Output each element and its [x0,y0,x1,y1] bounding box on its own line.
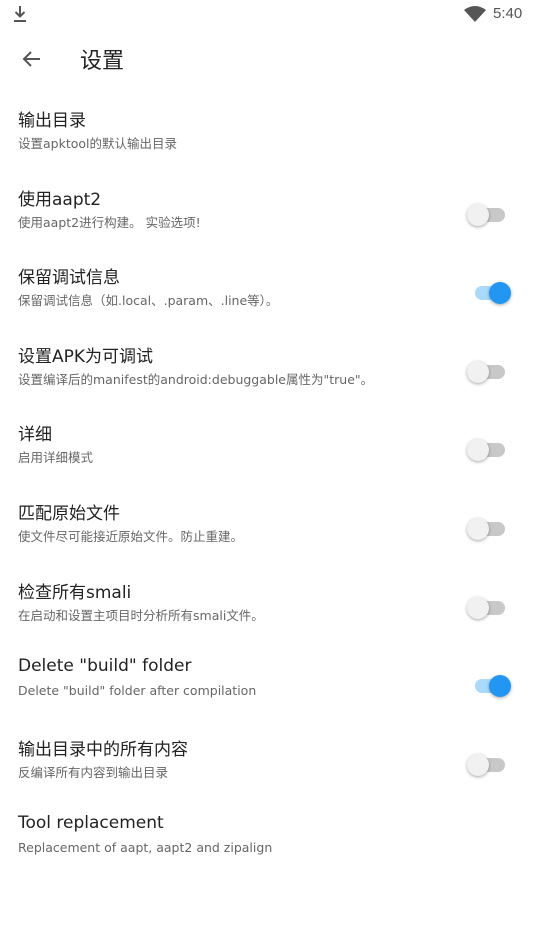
status-bar: 5:40 [0,0,534,28]
switch-thumb [489,282,511,305]
setting-row[interactable]: Delete "build" folder Delete "build" fold… [0,642,534,721]
setting-title: 设置APK为可调试 [18,346,154,367]
switch-thumb [467,439,489,462]
switch-thumb [467,517,489,540]
setting-title: 使用aapt2 [18,189,102,210]
setting-summary: 启用详细模式 [18,450,94,466]
setting-summary: 使用aapt2进行构建。 实验选项! [18,214,201,230]
setting-title: 输出目录中的所有内容 [18,739,188,760]
setting-title: 详细 [18,425,52,446]
setting-row[interactable]: 使用aapt2 使用aapt2进行构建。 实验选项! [0,171,534,250]
setting-summary: Replacement of aapt, aapt2 and zipalign [18,840,273,856]
setting-title: 保留调试信息 [18,268,120,289]
setting-row[interactable]: 输出目录设置apktool的默认输出目录 [0,92,534,171]
setting-row[interactable]: 输出目录中的所有内容反编译所有内容到输出目录 [0,721,534,800]
toggle-switch[interactable] [467,515,509,540]
toggle-switch[interactable] [467,358,509,383]
toggle-switch[interactable] [467,201,509,226]
settings-list: 输出目录设置apktool的默认输出目录使用aapt2 使用aapt2进行构建。 … [0,92,534,878]
app-bar: 设置 [0,28,534,90]
setting-summary: 保留调试信息（如.local、.param、.line等）。 [18,293,279,309]
switch-thumb [489,675,511,698]
toggle-switch[interactable] [467,751,509,776]
setting-summary: Delete "build" folder after compilation [18,683,257,699]
setting-row[interactable]: 保留调试信息保留调试信息（如.local、.param、.line等）。 [0,249,534,328]
page-title: 设置 [80,49,125,74]
toggle-switch[interactable] [467,672,511,698]
setting-title: Tool replacement [18,813,164,834]
wifi-icon [464,6,486,22]
switch-thumb [467,596,489,619]
setting-row[interactable]: Tool replacement Replacement of aapt, aap… [0,799,534,878]
setting-summary: 设置编译后的manifest的android:debuggable属性为"tru… [18,371,374,387]
status-time: 5:40 [493,5,523,22]
toggle-switch[interactable] [467,594,509,619]
setting-title: 检查所有smali [18,582,132,603]
setting-title: 输出目录 [18,111,86,131]
switch-thumb [467,360,489,383]
setting-title: Delete "build" folder [18,656,192,677]
setting-row[interactable]: 匹配原始文件使文件尽可能接近原始文件。防止重建。 [0,485,534,564]
setting-summary: 在启动和设置主项目时分析所有smali文件。 [18,607,264,623]
setting-summary: 使文件尽可能接近原始文件。防止重建。 [18,528,244,544]
setting-row[interactable]: 设置APK为可调试设置编译后的manifest的android:debuggab… [0,328,534,407]
toggle-switch[interactable] [467,279,511,305]
arrow-back-icon [22,51,40,67]
switch-thumb [467,753,489,776]
setting-title: 匹配原始文件 [18,503,120,524]
toggle-switch[interactable] [467,436,509,462]
switch-thumb [467,203,489,226]
setting-row[interactable]: 检查所有smali 在启动和设置主项目时分析所有smali文件。 [0,564,534,643]
setting-summary: 设置apktool的默认输出目录 [18,136,178,151]
back-button[interactable] [14,41,50,77]
setting-row[interactable]: 详细 启用详细模式 [0,406,534,485]
download-icon [14,6,26,22]
setting-summary: 反编译所有内容到输出目录 [18,764,169,780]
